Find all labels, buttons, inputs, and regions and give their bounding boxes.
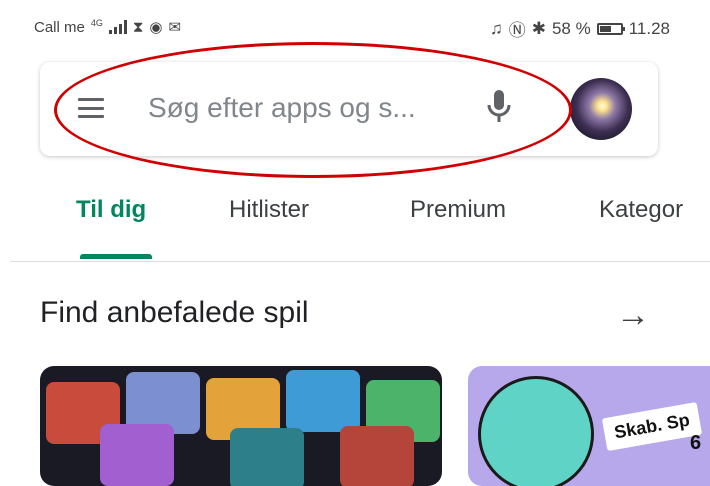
microphone-icon[interactable] (486, 88, 512, 128)
battery-icon (596, 22, 625, 35)
game-tile (340, 426, 414, 486)
hourglass-icon: ⧗ (132, 18, 144, 36)
status-right: ♫ Ⓝ ✱ 58 % 11.28 (490, 16, 670, 41)
profile-avatar[interactable] (570, 78, 632, 140)
clock: 11.28 (628, 18, 670, 38)
carrier-label: Call me (34, 18, 85, 36)
search-bar[interactable] (40, 62, 658, 156)
tab-premium[interactable]: Premium (410, 196, 506, 224)
status-bar: Call me 4G ⧗ ◉ ✉ ♫ Ⓝ ✱ 58 % 11.28 (0, 0, 710, 56)
mail-icon: ✉ (168, 19, 182, 36)
game-tile (286, 370, 360, 432)
tab-til-dig[interactable]: Til dig (76, 196, 146, 224)
signal-icon (108, 20, 127, 34)
network-tag: 4G (90, 18, 103, 28)
search-input[interactable] (148, 88, 468, 128)
promo-badge-number: 6 (690, 432, 702, 454)
messenger-icon: ◉ (149, 19, 163, 36)
status-left: Call me 4G ⧗ ◉ ✉ (34, 18, 181, 36)
game-tile (230, 428, 304, 486)
game-card-collage[interactable] (40, 366, 442, 486)
game-tile (100, 424, 174, 486)
bluetooth-icon: ✱ (531, 18, 546, 38)
promo-badge: Skab. Sp (601, 401, 703, 452)
tab-bar: Til dig Hitlister Premium Kategor (0, 186, 710, 262)
active-tab-indicator (80, 254, 152, 259)
arrow-right-icon[interactable]: → (616, 298, 650, 332)
battery-percent: 58 % (551, 18, 591, 38)
character-illustration (478, 376, 594, 486)
game-card-promo[interactable]: Skab. Sp 6 (468, 366, 710, 486)
tab-kategorier[interactable]: Kategor (599, 196, 683, 224)
battery-fill (599, 25, 612, 32)
hamburger-menu-icon[interactable] (78, 98, 104, 118)
section-title: Find anbefalede spil (40, 296, 309, 329)
nfc-icon: Ⓝ (508, 21, 526, 40)
tab-hitlister[interactable]: Hitlister (229, 196, 309, 224)
tabs-divider (10, 261, 710, 262)
headphones-icon: ♫ (489, 18, 503, 38)
